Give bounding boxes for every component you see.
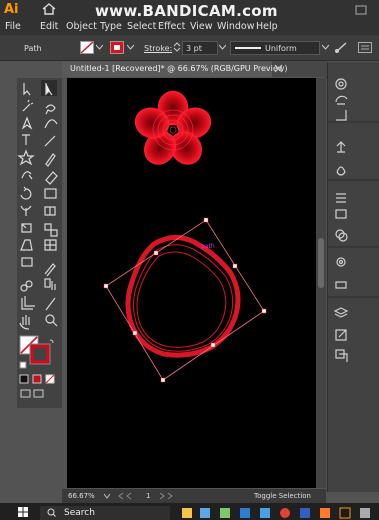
- document-tab[interactable]: Untitled-1 [Recovered]* @ 66.67% (RGB/GP…: [62, 61, 287, 77]
- menu-file[interactable]: File: [5, 21, 21, 32]
- profile-label: Uniform: [265, 44, 297, 53]
- variable-width-profile[interactable]: Uniform: [230, 41, 320, 55]
- document-tab-bar: Untitled-1 [Recovered]* @ 66.67% (RGB/GP…: [62, 61, 327, 78]
- panel-icons: [328, 78, 379, 362]
- taskbar-app-icons[interactable]: [180, 507, 379, 519]
- stroke-label[interactable]: Stroke:: [144, 44, 172, 53]
- artboard-number[interactable]: 1: [146, 492, 150, 500]
- menu-help[interactable]: Help: [256, 21, 278, 32]
- artboard-nav-prev[interactable]: [117, 492, 145, 500]
- recording-watermark: www.BANDICAM.com: [95, 2, 278, 20]
- artwork: path: [103, 90, 267, 383]
- artboard[interactable]: path: [67, 78, 318, 488]
- fill-swatch[interactable]: [80, 41, 94, 54]
- zoom-level[interactable]: 66.67%: [68, 492, 95, 500]
- home-icon[interactable]: [42, 3, 56, 15]
- menu-edit[interactable]: Edit: [40, 21, 58, 32]
- artboard-nav-next[interactable]: [158, 492, 186, 500]
- search-label: Search: [64, 508, 95, 518]
- chevron-down-icon[interactable]: [96, 44, 103, 50]
- flower-graphic: [134, 90, 212, 165]
- stepper-icon[interactable]: [173, 41, 181, 53]
- chevron-down-icon[interactable]: [104, 493, 110, 499]
- taskbar-search-box[interactable]: Search: [40, 506, 170, 520]
- panel-menu-icon[interactable]: [358, 42, 372, 53]
- panel-dock: [327, 62, 379, 492]
- chevron-down-icon[interactable]: [219, 44, 226, 50]
- tool-hint: Toggle Selection: [254, 492, 311, 500]
- anchor-hint: path: [201, 243, 215, 250]
- brush-definition-icon[interactable]: [334, 41, 348, 54]
- tools-panel: [17, 78, 62, 408]
- menu-view[interactable]: View: [190, 21, 213, 32]
- close-icon[interactable]: [274, 64, 283, 73]
- wavy-ring-graphic: [103, 217, 267, 383]
- menu-effect[interactable]: Effect: [158, 21, 185, 32]
- status-bar: 66.67% 1 Toggle Selection: [62, 489, 326, 503]
- chevron-down-icon[interactable]: [127, 44, 134, 50]
- menu-type[interactable]: Type: [100, 21, 122, 32]
- app-logo: Ai: [4, 2, 19, 17]
- window-controls-icon[interactable]: [355, 5, 367, 15]
- tools-grid: [17, 80, 58, 398]
- profile-preview-line: [235, 47, 261, 49]
- control-bar: Path Stroke: 3 pt Uniform: [0, 35, 379, 61]
- stroke-weight-value: 3 pt: [186, 44, 202, 53]
- stroke-swatch[interactable]: [110, 41, 124, 54]
- search-icon: [47, 508, 56, 517]
- scroll-thumb[interactable]: [318, 238, 324, 288]
- selection-type-label: Path: [24, 44, 42, 53]
- windows-start-icon[interactable]: [18, 507, 28, 517]
- menu-window[interactable]: Window: [217, 21, 254, 32]
- menu-object[interactable]: Object: [66, 21, 97, 32]
- windows-taskbar: Search: [0, 503, 379, 520]
- document-tab-title: Untitled-1 [Recovered]* @ 66.67% (RGB/GP…: [70, 64, 288, 73]
- vertical-scrollbar[interactable]: [316, 78, 326, 488]
- menu-bar: File Edit Object Type Select Effect View…: [0, 20, 379, 35]
- menu-select[interactable]: Select: [127, 21, 156, 32]
- title-bar: Ai www.BANDICAM.com: [0, 0, 379, 20]
- chevron-down-icon[interactable]: [322, 44, 329, 50]
- stroke-weight-field[interactable]: 3 pt: [182, 41, 218, 55]
